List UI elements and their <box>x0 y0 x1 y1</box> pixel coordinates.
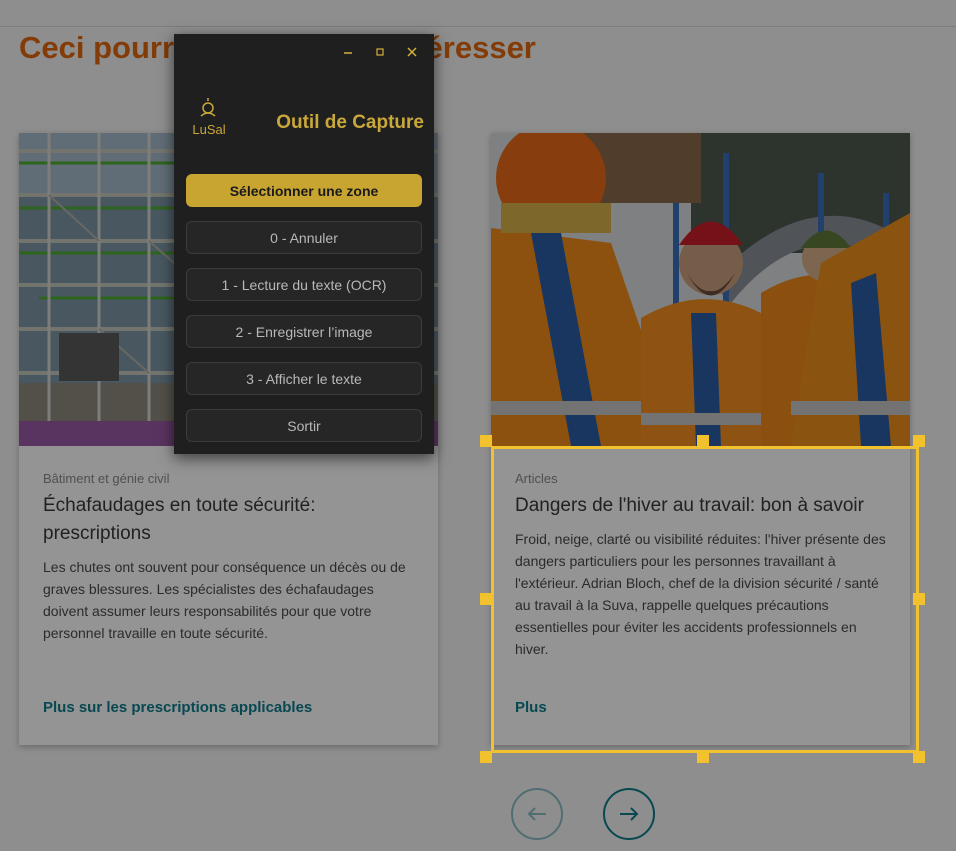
ocr-button[interactable]: 1 - Lecture du texte (OCR) <box>186 268 422 301</box>
capture-selection-box[interactable] <box>491 446 919 753</box>
card-description: Les chutes ont souvent pour conséquence … <box>43 559 406 641</box>
selection-handle-top-left[interactable] <box>480 435 492 447</box>
lusal-logo: LuSal <box>186 96 232 142</box>
carousel-next-button[interactable] <box>603 788 655 840</box>
capture-tool-title: Outil de Capture <box>276 112 424 133</box>
close-icon[interactable] <box>402 42 422 62</box>
card-title[interactable]: Échafaudages en toute sécurité: prescrip… <box>43 492 418 548</box>
selection-handle-right[interactable] <box>913 593 925 605</box>
selection-handle-bottom[interactable] <box>697 751 709 763</box>
capture-tool-window: LuSal Outil de Capture Sélectionner une … <box>174 34 434 454</box>
save-image-button[interactable]: 2 - Enregistrer l’image <box>186 315 422 348</box>
arrow-right-icon <box>620 807 639 821</box>
card-category: Bâtiment et génie civil <box>43 471 170 486</box>
maximize-icon[interactable] <box>370 42 390 62</box>
arrow-left-icon <box>527 807 546 821</box>
select-zone-button[interactable]: Sélectionner une zone <box>186 174 422 207</box>
header-divider <box>0 26 956 27</box>
card-link-prescriptions[interactable]: Plus sur les prescriptions applicables <box>43 699 312 716</box>
minimize-icon[interactable] <box>338 42 358 62</box>
show-text-button[interactable]: 3 - Afficher le texte <box>186 362 422 395</box>
selection-handle-top[interactable] <box>697 435 709 447</box>
selection-handle-left[interactable] <box>480 593 492 605</box>
winter-workers-image <box>491 133 910 446</box>
selection-handle-bottom-right[interactable] <box>913 751 925 763</box>
svg-text:LuSal: LuSal <box>192 122 225 137</box>
cancel-button[interactable]: 0 - Annuler <box>186 221 422 254</box>
carousel-prev-button[interactable] <box>511 788 563 840</box>
selection-handle-bottom-left[interactable] <box>480 751 492 763</box>
exit-button[interactable]: Sortir <box>186 409 422 442</box>
selection-handle-top-right[interactable] <box>913 435 925 447</box>
